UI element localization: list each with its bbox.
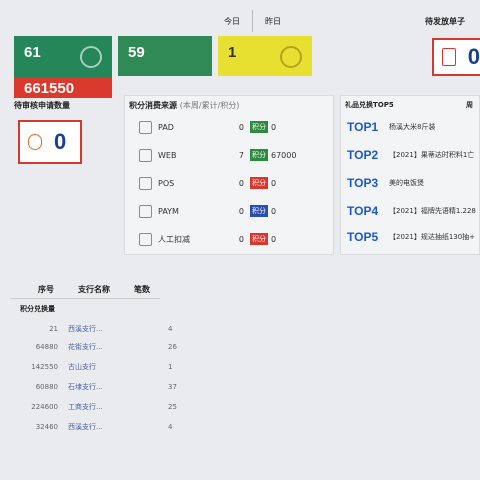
source-row-pad: PAD 0 积分 0 <box>125 116 335 138</box>
gift-item[interactable]: TOP3 美的电饭煲 <box>347 172 480 194</box>
table-row[interactable]: 32460 西溪支行... 4 <box>24 420 224 434</box>
table-row[interactable]: 224600 工商支行... 25 <box>24 400 224 414</box>
refresh-icon <box>280 46 302 68</box>
table-row[interactable]: 64880 花街支行... 26 <box>24 340 224 354</box>
gift-top5-panel: 礼品兑换TOP5 周 TOP1 杨溪大米8斤装 TOP2 【2021】果蒂达时积… <box>340 95 480 255</box>
table-divider <box>10 298 160 299</box>
gift-item[interactable]: TOP2 【2021】果蒂达时积料1亡 <box>347 144 480 166</box>
monitor-icon <box>139 148 152 162</box>
refresh-icon <box>80 46 102 68</box>
points-tag: 积分 <box>250 149 268 161</box>
gift-item[interactable]: TOP5 【2021】规达抽纸130抽+ <box>347 226 480 248</box>
gift-item[interactable]: TOP4 【2021】福牌先语精1.228 <box>347 200 480 222</box>
source-row-paym: PAYM 0 积分 0 <box>125 200 335 222</box>
stat-value: 59 <box>128 44 145 61</box>
tablet-icon <box>139 120 152 134</box>
points-tag: 积分 <box>250 233 268 245</box>
stat-value: 61 <box>24 44 41 61</box>
col-header-index: 序号 <box>38 285 54 294</box>
points-tag: 积分 <box>250 121 268 133</box>
points-source-title: 积分消费来源 (本周/累计/积分) <box>129 101 240 110</box>
points-tag: 积分 <box>250 205 268 217</box>
col-header-count: 笔数 <box>134 285 150 294</box>
gift-item[interactable]: TOP1 杨溪大米8斤装 <box>347 116 480 138</box>
gift-top5-title: 礼品兑换TOP5 <box>345 101 394 109</box>
table-row[interactable]: 21 西溪支行... 4 <box>24 322 224 336</box>
network-icon <box>139 204 152 218</box>
col-header-branch: 支行名称 <box>78 285 110 294</box>
source-row-manual: 人工扣减 0 积分 0 <box>125 228 335 250</box>
pending-review-box[interactable]: 0 <box>18 120 82 164</box>
source-row-web: WEB 7 积分 67000 <box>125 144 335 166</box>
tab-today[interactable]: 今日 <box>212 10 252 32</box>
pending-review-count: 0 <box>54 129 67 154</box>
stat-value: 661550 <box>24 80 75 97</box>
shield-icon <box>28 134 42 150</box>
pending-orders-box[interactable]: 0 <box>432 38 480 76</box>
pending-orders-label: 待发放单子 <box>425 16 465 26</box>
table-row[interactable]: 60880 石埭支行... 37 <box>24 380 224 394</box>
stat-tile-2[interactable]: 59 <box>118 36 212 76</box>
points-tag: 积分 <box>250 177 268 189</box>
stat-tile-4[interactable]: 661550 <box>14 78 112 98</box>
source-row-pos: POS 0 积分 0 <box>125 172 335 194</box>
stat-value: 1 <box>228 44 237 61</box>
tab-yesterday[interactable]: 昨日 <box>252 10 293 32</box>
points-source-panel: 积分消费来源 (本周/累计/积分) PAD 0 积分 0 WEB 7 积分 67… <box>124 95 334 255</box>
table-row[interactable]: 142550 古山支行 1 <box>24 360 224 374</box>
pending-review-label: 待审核申请数量 <box>14 101 70 110</box>
clipboard-icon <box>442 48 456 66</box>
stat-tile-1[interactable]: 61 <box>14 36 112 78</box>
user-icon <box>139 232 152 246</box>
tab-week[interactable]: 周 <box>466 100 473 110</box>
pos-terminal-icon <box>139 176 152 190</box>
section-label-exchange: 积分兑换量 <box>20 305 55 313</box>
stat-tile-3[interactable]: 1 <box>218 36 312 76</box>
header-tabs: 今日 昨日 待发放单子 <box>212 10 480 32</box>
pending-orders-count: 0 <box>467 44 480 69</box>
